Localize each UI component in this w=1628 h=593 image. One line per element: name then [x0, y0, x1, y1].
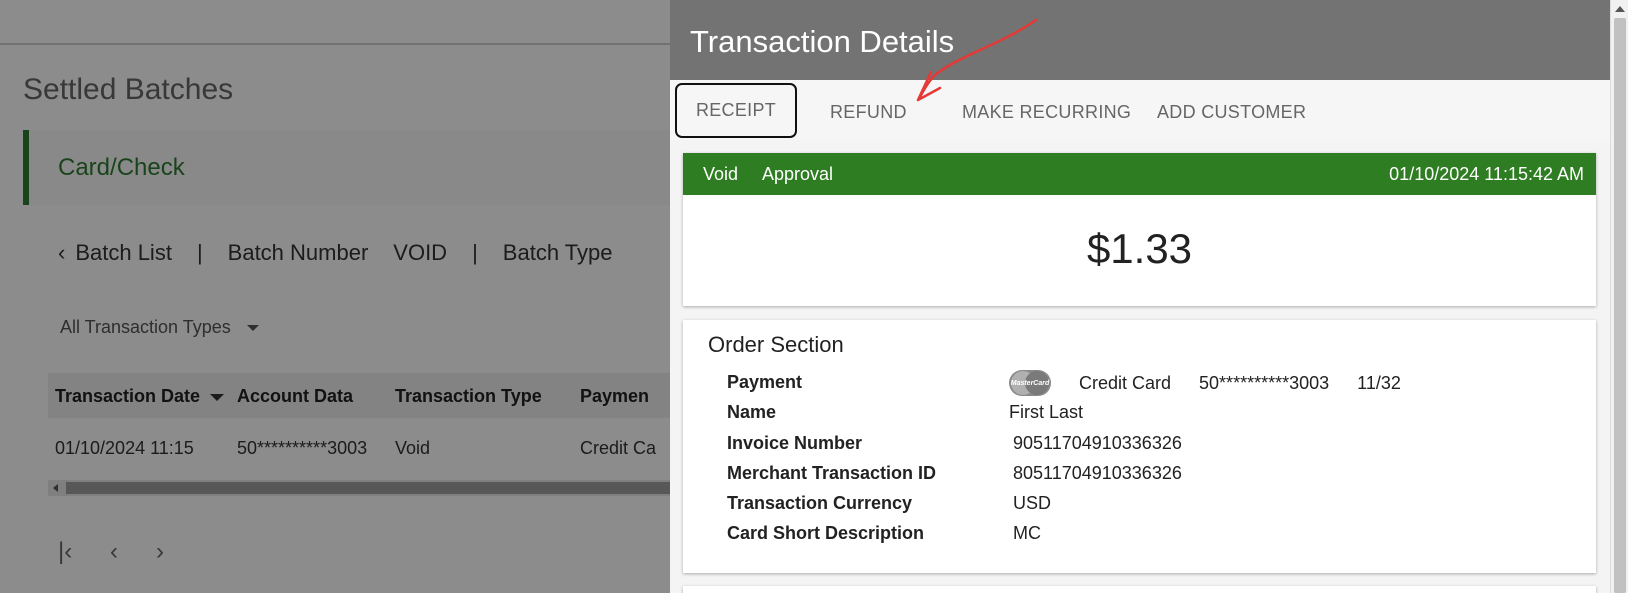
- invoice-number-value: 90511704910336326: [1013, 433, 1182, 453]
- merchant-transaction-id-label: Merchant Transaction ID: [727, 463, 937, 483]
- next-section-card: [683, 586, 1596, 593]
- transaction-currency-label: Transaction Currency: [727, 493, 913, 513]
- merchant-transaction-id-value: 80511704910336326: [1013, 463, 1182, 483]
- status-card: Void Approval 01/10/2024 11:15:42 AM $1.…: [683, 153, 1596, 306]
- invoice-number-label: Invoice Number: [727, 433, 863, 453]
- drawer-body: Void Approval 01/10/2024 11:15:42 AM $1.…: [670, 140, 1610, 593]
- order-section-title: Order Section: [708, 332, 844, 357]
- payment-method: Credit Card: [1079, 372, 1172, 393]
- card-expiry: 11/32: [1357, 372, 1401, 393]
- receipt-button[interactable]: RECEIPT: [675, 83, 797, 138]
- status-bar: Void Approval 01/10/2024 11:15:42 AM: [683, 153, 1596, 195]
- name-label: Name: [727, 402, 777, 422]
- scrollbar-thumb[interactable]: [1614, 18, 1626, 593]
- mastercard-icon: MasterCard: [1009, 370, 1051, 396]
- transaction-amount: $1.33: [1086, 225, 1193, 272]
- action-bar: RECEIPT REFUND MAKE RECURRING ADD CUSTOM…: [670, 80, 1610, 140]
- refund-button[interactable]: REFUND: [830, 84, 907, 140]
- approval-status: Approval: [762, 164, 834, 184]
- card-short-description-label: Card Short Description: [727, 523, 925, 543]
- transaction-details-drawer: Transaction Details RECEIPT REFUND MAKE …: [670, 0, 1610, 593]
- add-customer-button[interactable]: ADD CUSTOMER: [1157, 84, 1306, 140]
- make-recurring-button[interactable]: MAKE RECURRING: [962, 84, 1131, 140]
- account-number: 50**********3003: [1199, 372, 1330, 393]
- transaction-type-badge: Void: [703, 164, 739, 184]
- vertical-scrollbar[interactable]: [1610, 0, 1628, 593]
- order-section: Order Section Payment MasterCard Credit …: [683, 320, 1596, 573]
- scroll-up-icon[interactable]: [1615, 6, 1625, 12]
- transaction-timestamp: 01/10/2024 11:15:42 AM: [1389, 164, 1584, 184]
- drawer-title: Transaction Details: [690, 24, 955, 59]
- drawer-header: Transaction Details: [670, 0, 1610, 80]
- name-value: First Last: [1009, 402, 1084, 422]
- payment-label: Payment: [727, 372, 803, 392]
- transaction-currency-value: USD: [1013, 493, 1052, 513]
- card-short-description-value: MC: [1013, 523, 1041, 543]
- payment-details: MasterCard Credit Card 50**********3003 …: [1009, 370, 1401, 396]
